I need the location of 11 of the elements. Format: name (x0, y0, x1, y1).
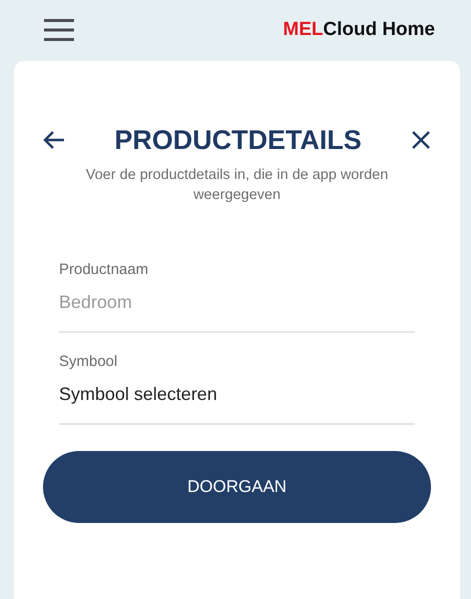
dialog-subtitle: Voer de productdetails in, die in de app worden weergegeven (84, 166, 390, 205)
app-logo: MELCloud Home (283, 18, 435, 40)
back-arrow-icon[interactable] (43, 130, 65, 150)
close-icon[interactable] (411, 130, 431, 150)
dialog-title: PRODUCTDETAILS (114, 124, 362, 156)
input-field[interactable]: Bedroom (59, 278, 415, 331)
input-field[interactable]: Symbool selecteren (59, 370, 415, 423)
field-label: Symbool (59, 353, 118, 370)
menu-icon[interactable] (44, 18, 74, 40)
field-label: Productnaam (59, 261, 150, 278)
continue-button[interactable]: DOORGAAN (43, 451, 431, 523)
